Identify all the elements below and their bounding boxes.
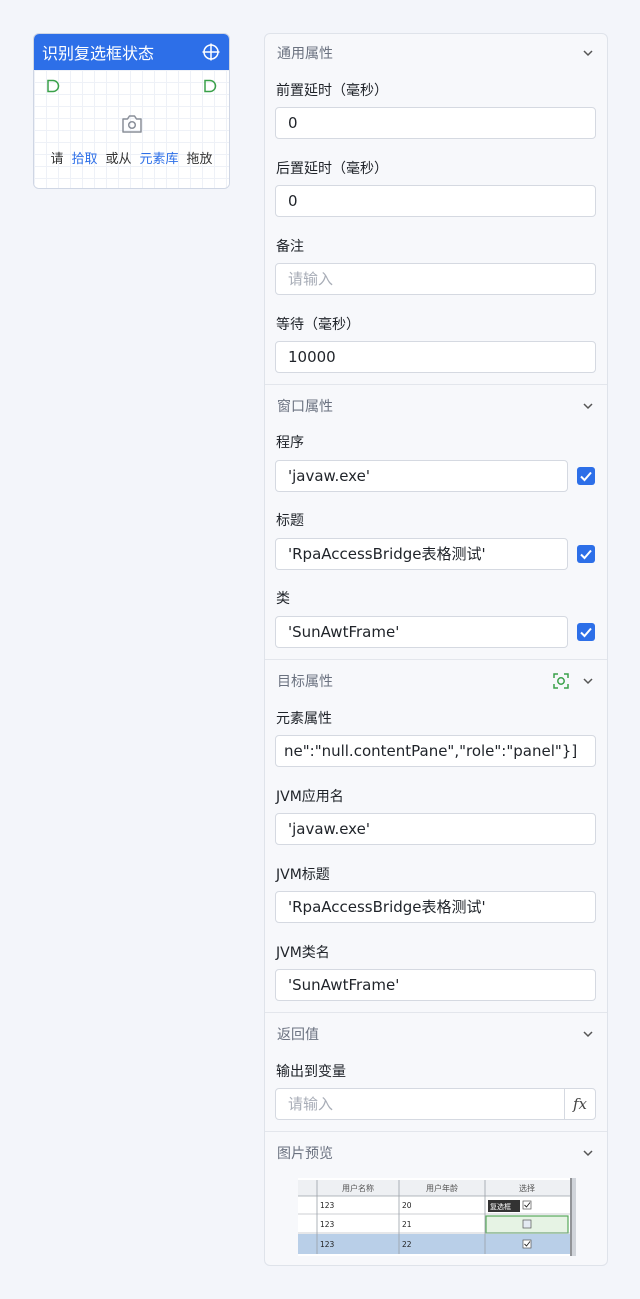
note-label: 备注 — [276, 239, 304, 255]
input-port-icon[interactable] — [46, 79, 60, 93]
wait-label: 等待（毫秒） — [276, 317, 360, 333]
fx-button[interactable]: fx — [564, 1089, 595, 1119]
divider — [265, 659, 607, 660]
returns-section-title: 返回值 — [277, 1027, 319, 1043]
preview-section-title: 图片预览 — [277, 1146, 333, 1162]
preview-cell-age: 21 — [402, 1220, 412, 1229]
node-body: 请 拾取 或从 元素库 拖放 — [34, 70, 229, 188]
jvm-class-input[interactable]: 'SunAwtFrame' — [275, 969, 596, 1001]
element-attr-label: 元素属性 — [276, 711, 332, 727]
element-attr-input[interactable]: ne":"null.contentPane","role":"panel"}] — [275, 735, 596, 767]
preview-tooltip: 复选框 — [490, 1202, 511, 1211]
chevron-down-icon[interactable] — [581, 1027, 595, 1041]
program-label: 程序 — [276, 435, 304, 451]
jvm-title-input[interactable]: 'RpaAccessBridge表格测试' — [275, 891, 596, 923]
caption-label: 标题 — [276, 513, 304, 529]
post-delay-label: 后置延时（毫秒） — [276, 161, 388, 177]
wait-input[interactable]: 10000 — [275, 341, 596, 373]
chevron-down-icon[interactable] — [581, 674, 595, 688]
target-section-title: 目标属性 — [277, 674, 333, 690]
note-input[interactable]: 请输入 — [275, 263, 596, 295]
class-checkbox[interactable] — [577, 623, 595, 641]
crosshair-icon[interactable] — [202, 43, 220, 61]
node-header[interactable]: 识别复选框状态 — [34, 34, 229, 70]
jvm-app-label: JVM应用名 — [276, 789, 344, 805]
preview-cell-name: 123 — [320, 1220, 335, 1229]
element-attr-value: ne":"null.contentPane","role":"panel"}] — [284, 742, 578, 760]
divider — [265, 1131, 607, 1132]
chevron-down-icon[interactable] — [581, 46, 595, 60]
hint-or: 或从 — [105, 152, 132, 167]
output-var-input[interactable]: 请输入 fx — [275, 1088, 596, 1120]
class-label: 类 — [276, 591, 290, 607]
preview-header-age: 用户年龄 — [426, 1183, 458, 1193]
jvm-app-input[interactable]: 'javaw.exe' — [275, 813, 596, 845]
general-section-header[interactable]: 通用属性 — [265, 35, 607, 71]
output-port-icon[interactable] — [203, 79, 217, 93]
locate-target-icon[interactable] — [552, 672, 570, 690]
preview-section-header[interactable]: 图片预览 — [265, 1135, 607, 1171]
pre-delay-input[interactable]: 0 — [275, 107, 596, 139]
pre-delay-label: 前置延时（毫秒） — [276, 83, 388, 99]
preview-header-select: 选择 — [519, 1183, 535, 1193]
element-library-link[interactable]: 元素库 — [140, 148, 179, 167]
window-section-title: 窗口属性 — [277, 399, 333, 415]
preview-image: 用户名称 用户年龄 选择 123 20 复选框 123 21 123 22 — [298, 1178, 576, 1256]
window-section-header[interactable]: 窗口属性 — [265, 388, 607, 424]
program-input[interactable]: 'javaw.exe' — [275, 460, 568, 492]
camera-icon[interactable] — [121, 114, 143, 134]
property-panel: 通用属性 前置延时（毫秒） 0 后置延时（毫秒） 0 备注 请输入 等待（毫秒）… — [264, 33, 608, 1266]
node-title: 识别复选框状态 — [42, 44, 155, 63]
chevron-down-icon[interactable] — [581, 1146, 595, 1160]
caption-input[interactable]: 'RpaAccessBridge表格测试' — [275, 538, 568, 570]
post-delay-input[interactable]: 0 — [275, 185, 596, 217]
preview-header-name: 用户名称 — [342, 1183, 374, 1193]
output-var-label: 输出到变量 — [276, 1064, 346, 1080]
hint-please: 请 — [50, 152, 64, 167]
chevron-down-icon[interactable] — [581, 399, 595, 413]
divider — [265, 1012, 607, 1013]
preview-cell-age: 22 — [402, 1240, 412, 1249]
jvm-class-label: JVM类名 — [276, 945, 330, 961]
hint-drag: 拖放 — [186, 152, 213, 167]
class-input[interactable]: 'SunAwtFrame' — [275, 616, 568, 648]
program-checkbox[interactable] — [577, 467, 595, 485]
preview-cell-name: 123 — [320, 1240, 335, 1249]
caption-checkbox[interactable] — [577, 545, 595, 563]
returns-section-header[interactable]: 返回值 — [265, 1016, 607, 1052]
general-section-title: 通用属性 — [277, 46, 333, 62]
output-var-placeholder: 请输入 — [288, 1095, 334, 1113]
jvm-title-label: JVM标题 — [276, 867, 330, 883]
preview-cell-name: 123 — [320, 1201, 335, 1210]
pick-link[interactable]: 拾取 — [71, 148, 97, 167]
preview-cell-age: 20 — [402, 1201, 412, 1210]
node-card[interactable]: 识别复选框状态 请 拾取 或从 元素库 拖放 — [33, 33, 230, 189]
divider — [265, 384, 607, 385]
target-section-header[interactable]: 目标属性 — [265, 663, 607, 699]
pick-hint: 请 拾取 或从 元素库 拖放 — [34, 148, 229, 167]
